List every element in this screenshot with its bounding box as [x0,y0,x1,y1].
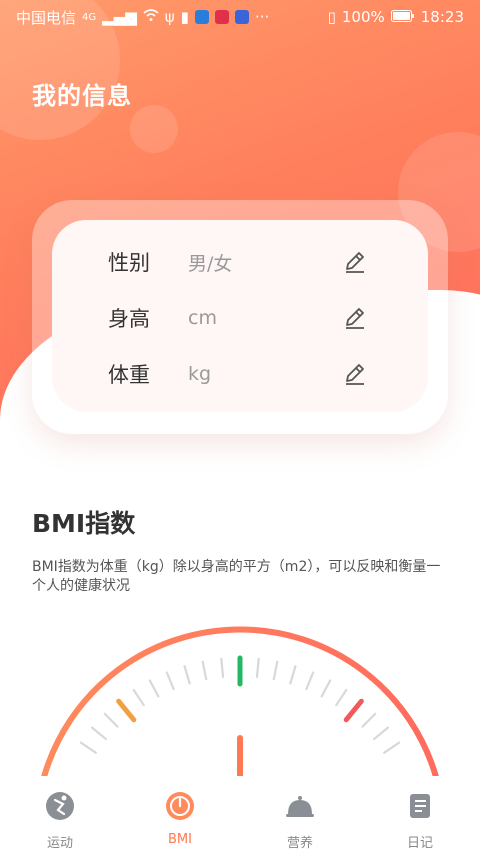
gauge-tick [320,679,332,698]
tab-bmi[interactable]: BMI [120,776,240,853]
gender-row[interactable]: 性别 男/女 [52,234,428,290]
page-title: 我的信息 [32,82,132,110]
info-card: 性别 男/女 身高 cm 体重 kg [52,220,428,412]
tab-nutrition-label: 营养 [286,836,313,851]
gauge-tick [372,726,390,741]
status-bar: 中国电信 4G ▂▄▆ ψ ▮ ··· ▯ 100% 18:23 [0,0,480,34]
bmi-description: BMI指数为体重（kg）除以身高的平方（m2），可以反映和衡量一个人的健康状况 [32,559,441,594]
gender-value: 男/女 [188,252,233,275]
gauge-tick [148,679,160,698]
weight-label: 体重 [108,363,150,387]
gauge-tick [90,726,108,741]
gauge-tick [165,671,175,691]
gauge-tick [255,657,260,678]
signal-icon: ▂▄▆ [102,8,137,26]
more-notifications: ··· [254,8,270,26]
gauge-tick [116,698,137,723]
exercise-icon [44,790,76,826]
tab-exercise-label: 运动 [46,836,73,851]
edit-weight-pencil-icon[interactable] [342,361,368,387]
bmi-gauge-icon [164,790,196,826]
diary-icon [404,790,436,826]
height-value: cm [188,307,217,329]
height-row[interactable]: 身高 cm [52,290,428,346]
edit-height-pencil-icon[interactable] [342,305,368,331]
app-notification-icon [194,10,209,24]
wifi-icon [143,8,159,26]
weight-row[interactable]: 体重 kg [52,346,428,402]
gender-label: 性别 [108,251,150,275]
clock: 18:23 [420,8,464,26]
gauge-tick [183,665,191,685]
decor-bubble [130,105,178,153]
gauge-tick [305,671,315,691]
gauge-tick [361,712,377,728]
weight-value: kg [188,363,212,385]
battery-icon [390,8,415,26]
bottom-tab-bar: 运动 BMI 营养 日记 [0,776,480,853]
edit-gender-pencil-icon[interactable] [342,249,368,275]
gauge-tick [103,712,119,728]
gauge-tick [343,698,364,723]
tab-diary-label: 日记 [406,836,433,851]
app-notification-icon [214,10,229,24]
gauge-tick [335,688,348,707]
tab-nutrition[interactable]: 营养 [240,776,360,853]
tab-exercise[interactable]: 运动 [0,776,120,853]
nutrition-icon [284,790,316,826]
battery-percent: 100% [341,8,385,26]
gauge-tick [79,741,97,754]
carrier-text: 中国电信 [16,8,77,27]
gauge-tick [220,657,225,678]
vibrate-icon: ▯ [327,8,336,26]
gauge-tick [383,741,401,754]
tab-diary[interactable]: 日记 [360,776,480,853]
battery-saver-icon: ▮ [180,8,189,26]
network-type: 4G [82,11,97,23]
bmi-section-title: BMI指数 [32,509,136,538]
app-notification-icon [234,10,249,24]
gauge-tick [201,660,208,681]
gauge-tick [272,660,279,681]
height-label: 身高 [108,307,150,331]
bmi-gauge [40,626,440,783]
gauge-tick [132,688,145,707]
gauge-tick [289,665,297,685]
tab-bmi-label: BMI [168,832,192,847]
usb-icon: ψ [164,8,175,26]
